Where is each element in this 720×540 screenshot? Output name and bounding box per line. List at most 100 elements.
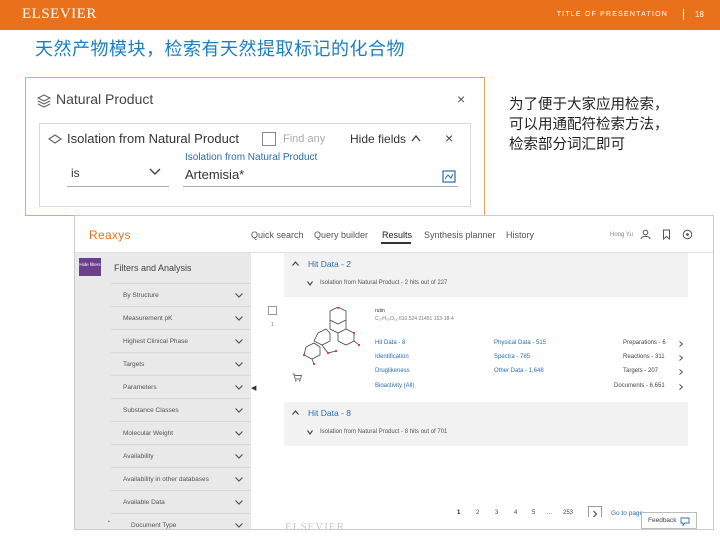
filter-item[interactable]: Availability: [111, 444, 251, 467]
go-to-page-link[interactable]: Go to page: [611, 510, 643, 517]
nav-query-builder[interactable]: Query builder: [314, 230, 368, 240]
chevron-down-icon: [235, 500, 243, 505]
link-other-data[interactable]: Other Data - 1,648: [494, 368, 544, 374]
filter-item-label: Available Data: [123, 499, 165, 506]
link-identification[interactable]: Identification: [375, 354, 409, 360]
chevron-right-icon: [679, 355, 683, 361]
filters-sidebar: Hide filters Filters and Analysis By Str…: [75, 253, 251, 529]
filter-item-label: Targets: [123, 361, 145, 368]
filter-item[interactable]: Substance Classes: [111, 398, 251, 421]
sidebar-title: Filters and Analysis: [114, 263, 192, 273]
link-preparations[interactable]: Preparations - 6: [623, 340, 666, 346]
chevron-right-icon: [679, 341, 683, 347]
filter-title: Isolation from Natural Product: [67, 131, 239, 146]
chevron-down-icon: [235, 477, 243, 482]
operator-underline: [67, 186, 169, 187]
chevron-down-icon: [235, 316, 243, 321]
user-icon[interactable]: [640, 229, 651, 240]
page-link[interactable]: 2: [476, 510, 479, 516]
chevron-up-icon[interactable]: [292, 261, 299, 266]
find-any-label: Find any: [283, 133, 326, 145]
chevron-down-icon: [235, 523, 243, 528]
user-name[interactable]: Hong Yu: [610, 232, 633, 238]
feedback-button[interactable]: Feedback: [641, 512, 697, 529]
filter-item[interactable]: Measurement pK: [111, 306, 251, 329]
result-checkbox[interactable]: [268, 306, 277, 315]
close-panel-button[interactable]: ×: [457, 91, 465, 107]
structure-editor-icon[interactable]: [442, 170, 456, 183]
isolation-filter-row: Isolation from Natural Product Find any …: [39, 123, 471, 207]
natural-product-input[interactable]: Artemisia*: [185, 167, 244, 182]
filter-item-label: Highest Clinical Phase: [123, 338, 189, 345]
molecule-structure-image[interactable]: [298, 307, 360, 365]
link-documents[interactable]: Documents - 6,651: [614, 383, 665, 389]
hide-fields-button[interactable]: Hide fields: [350, 132, 406, 146]
link-physical-data[interactable]: Physical Data - 515: [494, 340, 546, 346]
settings-icon[interactable]: [682, 229, 693, 240]
filter-item[interactable]: Highest Clinical Phase: [111, 329, 251, 352]
collapse-sidebar-handle[interactable]: ◀: [251, 384, 256, 392]
nav-active-indicator: [381, 242, 411, 244]
chevron-down-icon[interactable]: [307, 281, 313, 286]
elsevier-logo: ELSEVIER: [22, 6, 97, 22]
remove-filter-button[interactable]: ×: [445, 130, 453, 146]
link-targets[interactable]: Targets - 207: [623, 368, 658, 374]
footer-fade: ELSEVIER: [258, 517, 638, 530]
hit-data-subtitle: Isolation from Natural Product - 2 hits …: [320, 280, 448, 286]
chevron-down-icon[interactable]: [149, 168, 161, 176]
filter-item-label: Substance Classes: [123, 407, 179, 414]
compound-name[interactable]: rutin: [375, 308, 385, 314]
page-link[interactable]: 1: [457, 510, 460, 516]
filter-item[interactable]: Targets: [111, 352, 251, 375]
link-spectra[interactable]: Spectra - 785: [494, 354, 530, 360]
hit-data-title[interactable]: Hit Data - 8: [308, 408, 351, 418]
filter-item[interactable]: Parameters: [111, 375, 251, 398]
hit-data-subtitle: Isolation from Natural Product - 8 hits …: [320, 429, 448, 435]
chevron-up-icon[interactable]: [292, 410, 299, 415]
link-bioactivity[interactable]: Bioactivity (All): [375, 383, 414, 389]
filter-item[interactable]: Available Data: [111, 490, 251, 513]
nav-synthesis-planner[interactable]: Synthesis planner: [424, 230, 496, 240]
chevron-down-icon: [235, 362, 243, 367]
filter-item-label: Measurement pK: [123, 315, 173, 322]
filter-item[interactable]: By Structure: [111, 283, 251, 306]
reaxys-logo[interactable]: Reaxys: [89, 228, 131, 242]
hit-data-group: Hit Data - 2 Isolation from Natural Prod…: [284, 253, 688, 297]
bookmark-icon[interactable]: [661, 229, 672, 240]
filter-item[interactable]: Molecular Weight: [111, 421, 251, 444]
elsevier-footer-logo: ELSEVIER: [285, 521, 345, 530]
link-druglikeness[interactable]: Druglikeness: [375, 368, 410, 374]
link-reactions[interactable]: Reactions - 311: [623, 354, 665, 360]
presentation-title: TITLE OF PRESENTATION: [556, 11, 668, 18]
side-note: 为了便于大家应用检索，可以用通配符检索方法，检索部分词汇即可: [509, 97, 669, 153]
chevron-down-icon[interactable]: [307, 430, 313, 435]
operator-select[interactable]: is: [71, 166, 80, 180]
find-any-checkbox[interactable]: [262, 132, 276, 146]
results-main: Hit Data - 2 Isolation from Natural Prod…: [258, 253, 713, 529]
chevron-right-icon: [679, 384, 683, 390]
header-bar: ELSEVIER TITLE OF PRESENTATION 18: [0, 0, 720, 30]
link-hit-data[interactable]: Hit Data - 8: [375, 340, 405, 346]
chevron-up-icon[interactable]: [411, 134, 421, 142]
filter-item-label: By Structure: [123, 292, 159, 299]
page-link[interactable]: 253: [563, 510, 573, 516]
filter-item[interactable]: Availability in other databases: [111, 467, 251, 490]
compound-metadata: C₂₇H₃₀O₁₆ 610.524 21451 153-18-4: [375, 316, 454, 322]
hit-data-title[interactable]: Hit Data - 2: [308, 259, 351, 269]
nav-results[interactable]: Results: [382, 230, 412, 240]
page-link[interactable]: 5: [532, 510, 535, 516]
nav-quick-search[interactable]: Quick search: [251, 230, 304, 240]
nav-history[interactable]: History: [506, 230, 534, 240]
filter-item-label: Molecular Weight: [123, 430, 174, 437]
hit-data-group: Hit Data - 8 Isolation from Natural Prod…: [284, 402, 688, 446]
cart-icon[interactable]: [292, 373, 302, 382]
chevron-down-icon: [235, 431, 243, 436]
filter-item-label: Availability in other databases: [123, 476, 209, 483]
filter-item[interactable]: Document Type: [111, 513, 251, 529]
hide-filters-button[interactable]: Hide filters: [79, 258, 101, 276]
page-link[interactable]: 4: [514, 510, 517, 516]
header-divider: [683, 9, 684, 20]
page-link[interactable]: 3: [495, 510, 498, 516]
diamond-icon: [48, 134, 62, 144]
filter-item-label: Parameters: [123, 384, 157, 391]
